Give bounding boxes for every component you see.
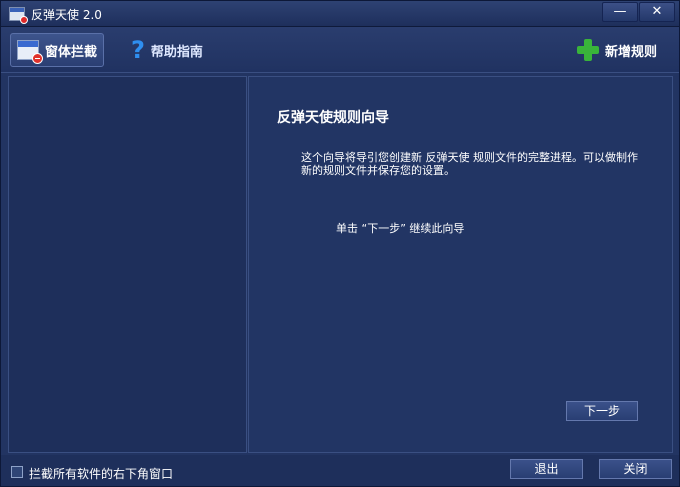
- wizard-panel: 反弹天使规则向导 这个向导将导引您创建新 反弹天使 规则文件的完整进程。可以做制…: [248, 76, 673, 453]
- window-title: 反弹天使 2.0: [31, 8, 102, 22]
- tab-help-guide[interactable]: ? 帮助指南: [125, 33, 209, 67]
- window-block-icon: [17, 40, 43, 64]
- tab-help-guide-label: 帮助指南: [150, 44, 203, 60]
- block-corner-popups-checkbox[interactable]: [11, 466, 23, 478]
- tab-window-block-label: 窗体拦截: [45, 44, 98, 60]
- plus-icon: [577, 39, 599, 61]
- left-panel: [8, 76, 247, 453]
- title-bar[interactable]: 反弹天使 2.0 — ✕: [1, 1, 679, 27]
- help-question-icon: ?: [131, 36, 145, 64]
- wizard-description: 这个向导将导引您创建新 反弹天使 规则文件的完整进程。可以做制作新的规则文件并保…: [301, 151, 638, 177]
- add-rule-label: 新增规则: [605, 44, 658, 60]
- wizard-hint: 单击 “下一步” 继续此向导: [336, 222, 465, 235]
- block-corner-popups-label[interactable]: 拦截所有软件的右下角窗口: [29, 465, 173, 482]
- minimize-button[interactable]: —: [602, 2, 638, 22]
- next-button[interactable]: 下一步: [566, 401, 638, 421]
- toolbar: 窗体拦截 ? 帮助指南 新增规则: [1, 27, 679, 73]
- add-rule-button[interactable]: 新增规则: [571, 33, 663, 67]
- close-window-button[interactable]: ✕: [639, 2, 675, 22]
- exit-button[interactable]: 退出: [510, 459, 583, 479]
- tab-window-block[interactable]: 窗体拦截: [10, 33, 105, 67]
- app-window: 反弹天使 2.0 — ✕ 窗体拦截 ? 帮助指南 新增规则 反弹天使规则向导 这…: [0, 0, 680, 487]
- app-window-icon: [9, 7, 28, 24]
- wizard-title: 反弹天使规则向导: [277, 110, 389, 126]
- close-button[interactable]: 关闭: [599, 459, 672, 479]
